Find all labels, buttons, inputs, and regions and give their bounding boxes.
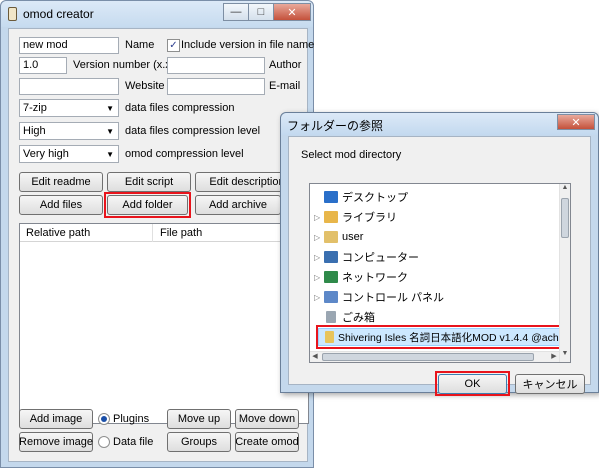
scroll-right-icon[interactable]: ▶: [549, 352, 559, 362]
email-input[interactable]: [167, 78, 265, 95]
add-files-button[interactable]: Add files: [19, 195, 103, 215]
tree-item-desktop[interactable]: デスクトップ: [314, 188, 408, 206]
plugins-label: Plugins: [113, 413, 150, 425]
add-image-button[interactable]: Add image: [19, 409, 93, 429]
include-version-label: Include version in file name: [181, 39, 315, 51]
website-label: Website: [125, 80, 165, 92]
tree-item-recycle-bin[interactable]: ごみ箱: [314, 308, 375, 326]
tree-item-selected-folder[interactable]: Shivering Isles 名詞日本語化MOD v1.4.4 @achi: [318, 328, 562, 346]
close-button[interactable]: ✕: [273, 3, 311, 21]
expand-arrow-icon[interactable]: ▷: [314, 233, 324, 242]
title-bar[interactable]: omod creator — □ ✕: [1, 1, 313, 27]
main-client-area: new mod Name ✓ Include version in file n…: [8, 28, 314, 462]
plugins-radio[interactable]: [98, 413, 110, 425]
tree-vertical-scrollbar[interactable]: ▲ ▼: [559, 184, 570, 362]
column-divider[interactable]: [152, 224, 153, 242]
omod-creator-window: omod creator — □ ✕ new mod Name ✓ Includ…: [0, 0, 314, 468]
mod-name-input[interactable]: new mod: [19, 37, 119, 54]
file-list[interactable]: Relative path File path: [19, 223, 309, 424]
edit-readme-button[interactable]: Edit readme: [19, 172, 103, 192]
tree-horizontal-scrollbar[interactable]: ◀ ▶: [310, 351, 559, 362]
minimize-button[interactable]: —: [223, 3, 249, 21]
expand-arrow-icon[interactable]: ▷: [314, 293, 324, 302]
groups-button[interactable]: Groups: [167, 432, 231, 452]
name-label: Name: [125, 39, 155, 51]
add-archive-button[interactable]: Add archive: [195, 195, 281, 215]
scroll-down-icon[interactable]: ▼: [560, 350, 570, 362]
computer-icon: [324, 251, 338, 263]
omod-level-value: Very high: [23, 148, 69, 160]
app-icon: [8, 7, 17, 21]
chevron-down-icon: ▼: [106, 127, 114, 136]
author-label: Author: [269, 59, 302, 71]
data-file-label: Data file: [113, 436, 154, 448]
relative-path-column[interactable]: Relative path: [26, 227, 90, 239]
folder-tree[interactable]: デスクトップ ▷ ライブラリ ▷ user ▷ コンピューター ▷ ネットワーク: [309, 183, 571, 363]
ok-button[interactable]: OK: [438, 374, 507, 394]
scroll-left-icon[interactable]: ◀: [310, 352, 320, 362]
edit-script-button[interactable]: Edit script: [107, 172, 191, 192]
dialog-close-button[interactable]: ✕: [557, 114, 595, 130]
desktop-icon: [324, 191, 338, 203]
version-input[interactable]: 1.0: [19, 57, 67, 74]
dialog-title: フォルダーの参照: [287, 119, 384, 133]
email-label: E-mail: [269, 80, 301, 92]
tree-item-computer[interactable]: ▷ コンピューター: [314, 248, 419, 266]
create-omod-button[interactable]: Create omod: [235, 432, 299, 452]
browse-folder-dialog: フォルダーの参照 ✕ Select mod directory デスクトップ ▷…: [280, 112, 599, 396]
network-icon: [324, 271, 338, 283]
data-files-compression-select[interactable]: 7-zip ▼: [19, 99, 119, 117]
move-up-button[interactable]: Move up: [167, 409, 231, 429]
add-folder-button[interactable]: Add folder: [107, 195, 188, 215]
data-files-compression-label: data files compression: [125, 102, 235, 114]
tree-item-library[interactable]: ▷ ライブラリ: [314, 208, 397, 226]
user-folder-icon: [324, 231, 338, 243]
dialog-title-bar[interactable]: フォルダーの参照 ✕: [281, 113, 598, 135]
tree-item-control-panel[interactable]: ▷ コントロール パネル: [314, 288, 444, 306]
tree-item-network[interactable]: ▷ ネットワーク: [314, 268, 408, 286]
dialog-prompt: Select mod directory: [301, 149, 402, 161]
data-files-level-select[interactable]: High ▼: [19, 122, 119, 140]
scroll-thumb[interactable]: [561, 198, 569, 238]
scroll-up-icon[interactable]: ▲: [560, 184, 570, 196]
move-down-button[interactable]: Move down: [235, 409, 299, 429]
maximize-button[interactable]: □: [248, 3, 274, 21]
data-files-compression-value: 7-zip: [23, 102, 47, 114]
website-input[interactable]: [19, 78, 119, 95]
dialog-client-area: Select mod directory デスクトップ ▷ ライブラリ ▷ us…: [288, 136, 591, 396]
recycle-bin-icon: [326, 311, 336, 323]
expand-arrow-icon[interactable]: ▷: [314, 253, 324, 262]
tree-item-user[interactable]: ▷ user: [314, 228, 363, 246]
folder-icon: [325, 331, 334, 343]
expand-arrow-icon[interactable]: ▷: [314, 273, 324, 282]
data-files-level-value: High: [23, 125, 46, 137]
file-path-column[interactable]: File path: [160, 227, 202, 239]
chevron-down-icon: ▼: [106, 104, 114, 113]
cancel-button[interactable]: キャンセル: [515, 374, 585, 394]
control-panel-icon: [324, 291, 338, 303]
expand-arrow-icon[interactable]: ▷: [314, 213, 324, 222]
remove-image-button[interactable]: Remove image: [19, 432, 93, 452]
data-file-radio[interactable]: [98, 436, 110, 448]
window-title: omod creator: [23, 7, 94, 21]
data-files-level-label: data files compression level: [125, 125, 261, 137]
file-list-header: Relative path File path: [20, 224, 308, 242]
scroll-thumb[interactable]: [322, 353, 534, 361]
chevron-down-icon: ▼: [106, 150, 114, 159]
include-version-checkbox[interactable]: ✓: [167, 39, 180, 52]
omod-level-label: omod compression level: [125, 148, 244, 160]
library-icon: [324, 211, 338, 223]
author-input[interactable]: [167, 57, 265, 74]
omod-level-select[interactable]: Very high ▼: [19, 145, 119, 163]
